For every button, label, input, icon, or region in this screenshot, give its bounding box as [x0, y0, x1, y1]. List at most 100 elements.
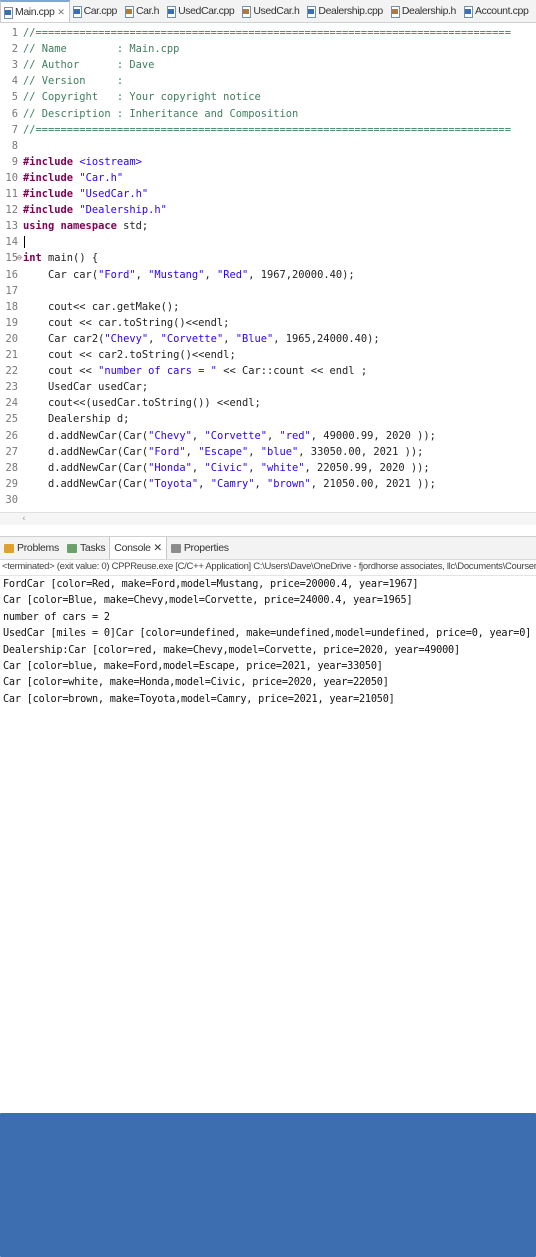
editor-tab-car-h[interactable]: Car.h	[122, 0, 164, 22]
code-line: 7 //=====================================…	[0, 122, 511, 138]
close-tab-icon[interactable]: ✕	[57, 7, 65, 18]
code-text: //======================================…	[23, 123, 511, 136]
code-line: 30	[0, 492, 23, 508]
code-line: 26 d.addNewCar(Car("Chevy", "Corvette", …	[0, 428, 436, 444]
code-line: 3 // Author : Dave	[0, 57, 155, 73]
line-number: 13	[5, 220, 18, 233]
code-line: 28 d.addNewCar(Car("Honda", "Civic", "wh…	[0, 460, 430, 476]
line-number: 28	[5, 461, 18, 474]
line-number: 9	[11, 155, 18, 168]
view-tab-properties[interactable]: Properties	[167, 537, 233, 559]
code-text: using namespace std;	[23, 220, 149, 233]
line-number: 30	[5, 493, 18, 506]
editor-tab-main-cpp[interactable]: Main.cpp ✕	[0, 0, 70, 22]
properties-icon	[170, 543, 181, 553]
console-line: Car [color=white, make=Honda,model=Civic…	[3, 677, 389, 689]
console-output[interactable]: FordCar [color=Red, make=Ford,model=Must…	[0, 576, 536, 720]
editor-tab-account-cpp[interactable]: Account.cpp	[461, 0, 533, 22]
code-text: d.addNewCar(Car("Chevy", "Corvette", "re…	[23, 429, 436, 442]
line-number: 21	[5, 349, 18, 361]
editor-tab-dealership-h[interactable]: Dealership.h	[388, 0, 461, 22]
editor-tab-usedcar-cpp[interactable]: UsedCar.cpp	[164, 0, 239, 22]
line-number: 6	[11, 107, 18, 120]
line-number: 27	[5, 445, 18, 458]
code-line: 18 cout<< car.getMake();	[0, 299, 179, 315]
code-line: 13 using namespace std;	[0, 218, 148, 234]
line-number: 25	[5, 413, 18, 426]
code-line: 11 #include "UsedCar.h"	[0, 186, 148, 202]
code-text: #include "Car.h"	[23, 171, 124, 184]
cpp-file-icon	[307, 5, 317, 18]
console-status-header: <terminated> (exit value: 0) CPPReuse.ex…	[0, 559, 536, 576]
console-line: number of cars = 2	[3, 611, 110, 623]
code-text: Car car("Ford", "Mustang", "Red", 1967,2…	[23, 268, 355, 281]
code-text: // Version :	[23, 75, 124, 88]
line-number: 10	[5, 171, 18, 184]
cpp-file-icon	[72, 5, 82, 18]
view-tab-label: Problems	[17, 542, 59, 554]
editor-tab-label: UsedCar.h	[253, 5, 300, 17]
code-line: 2 // Name : Main.cpp	[0, 41, 180, 57]
editor-tab-label: Car.h	[135, 5, 160, 17]
console-line: Dealership:Car [color=red, make=Chevy,mo…	[3, 644, 460, 656]
code-text: // Copyright : Your copyright notice	[23, 91, 261, 104]
code-text: int main() {	[23, 252, 99, 265]
line-number: 3	[11, 59, 18, 72]
fold-toggle-icon[interactable]: ⊖	[17, 250, 22, 266]
scroll-left-arrow-icon[interactable]: ‹	[22, 514, 26, 524]
console-line: FordCar [color=Red, make=Ford,model=Must…	[3, 579, 419, 590]
code-text: #include <iostream>	[23, 155, 142, 168]
editor-tab-bar: Main.cpp ✕ Car.cpp Car.h UsedCar.cpp UsedCar.…	[0, 0, 536, 23]
line-number: 8	[11, 139, 18, 152]
cpp-file-icon	[464, 5, 473, 18]
code-line: 10 #include "Car.h"	[0, 170, 123, 186]
code-text: // Author : Dave	[23, 59, 155, 72]
view-tab-tasks[interactable]: Tasks	[63, 537, 109, 559]
editor-tab-label: Dealership.h	[401, 5, 457, 17]
line-number: 14	[5, 236, 18, 249]
line-number: 15	[5, 252, 18, 265]
code-line: 27 d.addNewCar(Car("Ford", "Escape", "bl…	[0, 444, 423, 460]
line-number: 5	[11, 91, 18, 104]
line-number: 2	[11, 43, 18, 56]
code-line: 8	[0, 138, 23, 154]
view-tab-console[interactable]: Console ✕	[0, 537, 536, 1257]
code-line: 19 cout << car.toString()<<endl;	[0, 315, 229, 331]
line-number: 1	[11, 27, 18, 39]
code-text: d.addNewCar(Car("Honda", "Civic", "white…	[23, 461, 430, 474]
editor-tab-label: Main.cpp	[15, 6, 55, 18]
code-text: cout<<(usedCar.toString()) <<endl;	[23, 397, 261, 410]
code-text: Car car2("Chevy", "Corvette", "Blue", 19…	[23, 332, 380, 345]
problems-icon	[4, 543, 14, 553]
editor-horizontal-scrollbar[interactable]: ‹	[0, 512, 536, 525]
editor-tab-car-cpp[interactable]: Car.cpp	[70, 0, 122, 22]
line-number: 24	[5, 397, 18, 410]
header-file-icon	[124, 5, 134, 18]
code-line: 24 cout<<(usedCar.toString()) <<endl;	[0, 395, 261, 411]
code-text: cout << car.toString()<<endl;	[23, 316, 230, 329]
line-number: 12	[5, 204, 18, 217]
view-tab-problems[interactable]: Problems	[0, 537, 63, 559]
code-line: 14	[0, 234, 25, 250]
line-number: 20	[5, 332, 18, 345]
line-number: 22	[5, 365, 18, 378]
code-line: 15 ⊖ int main() {	[0, 250, 98, 266]
cpp-file-icon	[4, 6, 13, 19]
editor-tab-label: Dealership.cpp	[318, 5, 383, 17]
code-line: 21 cout << car2.toString()<<endl;	[0, 347, 235, 363]
header-file-icon	[242, 5, 252, 18]
line-number: 4	[11, 75, 18, 88]
editor-tab-label: Car.cpp	[83, 5, 118, 17]
console-line: Car [color=Blue, make=Chevy,model=Corvet…	[3, 595, 413, 607]
code-text: // Name : Main.cpp	[23, 43, 180, 56]
code-line: 20 Car car2("Chevy", "Corvette", "Blue",…	[0, 331, 380, 347]
line-number: 26	[5, 429, 18, 442]
console-line: Car [color=brown, make=Toyota,model=Camr…	[3, 693, 395, 705]
editor-tab-dealership-cpp[interactable]: Dealership.cpp	[304, 0, 387, 22]
code-line: 5 // Copyright : Your copyright notice	[0, 89, 261, 105]
code-editor[interactable]: 1 //=====================================…	[0, 23, 536, 513]
code-line: 6 // Description : Inheritance and Compos…	[0, 106, 299, 122]
editor-tab-usedcar-h[interactable]: UsedCar.h	[239, 0, 304, 22]
code-line: 29 d.addNewCar(Car("Toyota", "Camry", "b…	[0, 476, 435, 492]
text-caret	[24, 236, 25, 249]
